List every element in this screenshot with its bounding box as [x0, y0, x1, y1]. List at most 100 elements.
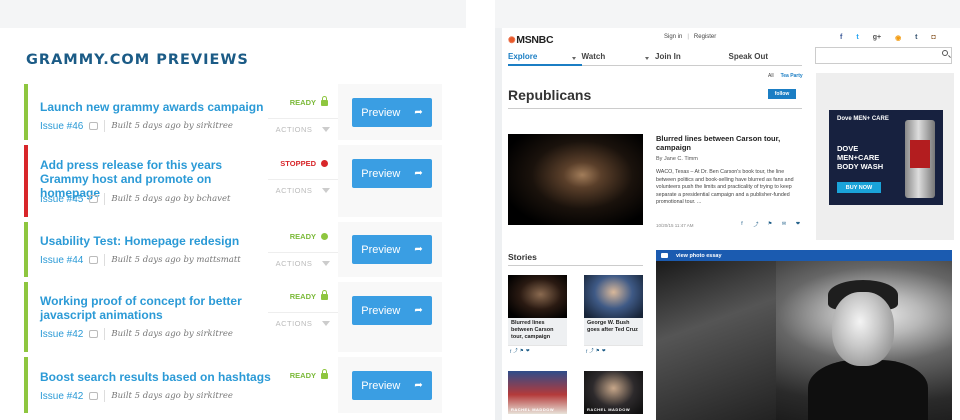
- comment-icon[interactable]: [89, 392, 99, 400]
- subject-face: [832, 292, 894, 366]
- status-label: STOPPED: [280, 159, 316, 168]
- save-icon[interactable]: ⚑: [596, 348, 600, 354]
- nav-join-in[interactable]: Join In: [655, 52, 729, 66]
- search-input[interactable]: [815, 47, 952, 64]
- status-column: READY ACTIONS: [268, 84, 338, 140]
- status-badge: STOPPED: [280, 159, 328, 168]
- issue-link[interactable]: Issue #44: [40, 255, 83, 266]
- issue-link[interactable]: Issue #45: [40, 194, 83, 205]
- photo-essay[interactable]: view photo essay: [656, 250, 952, 420]
- status-column: STOPPED ACTIONS: [268, 145, 338, 217]
- msnbc-logo[interactable]: ✺MSNBC: [508, 34, 554, 46]
- register-link[interactable]: Register: [694, 34, 716, 40]
- story-caption[interactable]: George W. Bush goes after Ted Cruz: [584, 318, 643, 345]
- actions-label: ACTIONS: [275, 125, 313, 134]
- issue-link[interactable]: Issue #42: [40, 329, 83, 340]
- google-plus-icon[interactable]: g+: [873, 34, 881, 42]
- crumb-current[interactable]: Tea Party: [781, 73, 803, 79]
- nav-explore[interactable]: Explore: [508, 52, 582, 66]
- feature-image[interactable]: [508, 134, 643, 225]
- lock-icon: [321, 95, 328, 106]
- save-icon[interactable]: ⚑: [765, 221, 775, 228]
- status-column: READY ACTIONS: [268, 282, 338, 352]
- comment-icon[interactable]: [89, 256, 99, 264]
- preview-button[interactable]: Preview ➦: [352, 159, 432, 188]
- share-icon[interactable]: ⤴: [589, 348, 594, 354]
- ready-dot-icon: [321, 233, 328, 240]
- issue-link[interactable]: Issue #42: [40, 391, 83, 402]
- preview-button[interactable]: Preview ➦: [352, 371, 432, 400]
- story-caption[interactable]: Blurred lines between Carson tour, campa…: [508, 318, 567, 345]
- left-top-bar: [0, 0, 466, 28]
- comment-icon[interactable]: [89, 195, 99, 203]
- nav-speak-out[interactable]: Speak Out: [728, 52, 802, 66]
- social-links: f t g+ ◉ t ◘: [840, 34, 936, 42]
- feature-headline[interactable]: Blurred lines between Carson tour, campa…: [656, 134, 798, 152]
- like-icon[interactable]: ❤: [793, 221, 803, 228]
- tumblr-icon[interactable]: t: [915, 34, 917, 42]
- like-icon[interactable]: ❤: [526, 348, 530, 354]
- build-info: Boost search results based on hashtags I…: [28, 357, 338, 413]
- build-title[interactable]: Boost search results based on hashtags: [40, 370, 272, 384]
- follow-button[interactable]: follow: [768, 89, 796, 99]
- build-title[interactable]: Working proof of concept for better java…: [40, 294, 272, 322]
- comment-icon[interactable]: [89, 330, 99, 338]
- divider: |: [687, 34, 689, 40]
- story-image[interactable]: [584, 275, 643, 318]
- ad-slot[interactable]: Dove MEN+ CARE DOVE MEN+CARE BODY WASH B…: [816, 73, 954, 240]
- actions-label: ACTIONS: [275, 319, 313, 328]
- build-title[interactable]: Usability Test: Homepage redesign: [40, 234, 272, 248]
- share-icon[interactable]: ⤴: [751, 221, 761, 228]
- nav-watch[interactable]: Watch: [581, 52, 655, 66]
- ad-banner[interactable]: Dove MEN+ CARE DOVE MEN+CARE BODY WASH B…: [829, 110, 943, 205]
- facebook-share-icon[interactable]: f: [586, 349, 587, 354]
- share-icon[interactable]: ⤴: [513, 348, 518, 354]
- chevron-down-icon: [322, 188, 331, 193]
- instagram-icon[interactable]: ◘: [932, 34, 936, 42]
- status-column: READY: [268, 357, 338, 413]
- actions-dropdown[interactable]: ACTIONS: [268, 118, 338, 140]
- feature-summary: WACO, Texas – At Dr. Ben Carson's book t…: [656, 169, 794, 206]
- actions-dropdown[interactable]: ACTIONS: [268, 252, 338, 274]
- search-icon[interactable]: [942, 50, 948, 56]
- save-icon[interactable]: ⚑: [520, 348, 524, 354]
- build-meta: Issue #46 Built 5 days ago by sirkitree: [40, 120, 233, 132]
- rss-icon[interactable]: ◉: [895, 34, 901, 42]
- preview-button[interactable]: Preview ➦: [352, 98, 432, 127]
- msnbc-page: ✺MSNBC Sign in | Register f t g+ ◉ t ◘ E…: [502, 28, 960, 420]
- crumb-all[interactable]: All: [768, 73, 774, 79]
- facebook-share-icon[interactable]: f: [510, 349, 511, 354]
- actions-dropdown[interactable]: ACTIONS: [268, 179, 338, 201]
- status-label: READY: [289, 232, 316, 241]
- comment-icon[interactable]: [89, 122, 99, 130]
- photo-essay-bar[interactable]: view photo essay: [656, 250, 952, 261]
- right-top-bar: [495, 0, 960, 28]
- chevron-down-icon: [322, 127, 331, 132]
- like-icon[interactable]: ❤: [602, 348, 606, 354]
- peacock-icon: ✺: [508, 35, 516, 45]
- sign-in-link[interactable]: Sign in: [664, 34, 682, 40]
- divider: [104, 390, 106, 402]
- chevron-down-icon: [322, 321, 331, 326]
- story-caption: RACHEL MADDOW: [587, 407, 631, 412]
- issue-link[interactable]: Issue #46: [40, 121, 83, 132]
- nav-label: Join In: [655, 52, 681, 61]
- photo-essay-label: view photo essay: [676, 252, 722, 259]
- chevron-down-icon: [322, 261, 331, 266]
- subject-suit: [808, 360, 928, 420]
- built-info: Built 5 days ago by mattsmatt: [111, 255, 241, 265]
- actions-label: ACTIONS: [275, 186, 313, 195]
- build-title[interactable]: Launch new grammy awards campaign: [40, 100, 272, 114]
- twitter-icon[interactable]: t: [856, 34, 858, 42]
- preview-button[interactable]: Preview ➦: [352, 296, 432, 325]
- preview-button[interactable]: Preview ➦: [352, 235, 432, 264]
- build-row: Working proof of concept for better java…: [24, 282, 442, 352]
- msnbc-preview: ✺MSNBC Sign in | Register f t g+ ◉ t ◘ E…: [495, 0, 960, 420]
- email-icon[interactable]: ✉: [779, 221, 789, 228]
- lock-icon: [321, 289, 328, 300]
- facebook-icon[interactable]: f: [840, 34, 842, 42]
- actions-dropdown[interactable]: ACTIONS: [268, 312, 338, 334]
- buy-now-button[interactable]: BUY NOW: [837, 182, 881, 193]
- story-image[interactable]: [508, 275, 567, 318]
- facebook-share-icon[interactable]: f: [737, 221, 747, 228]
